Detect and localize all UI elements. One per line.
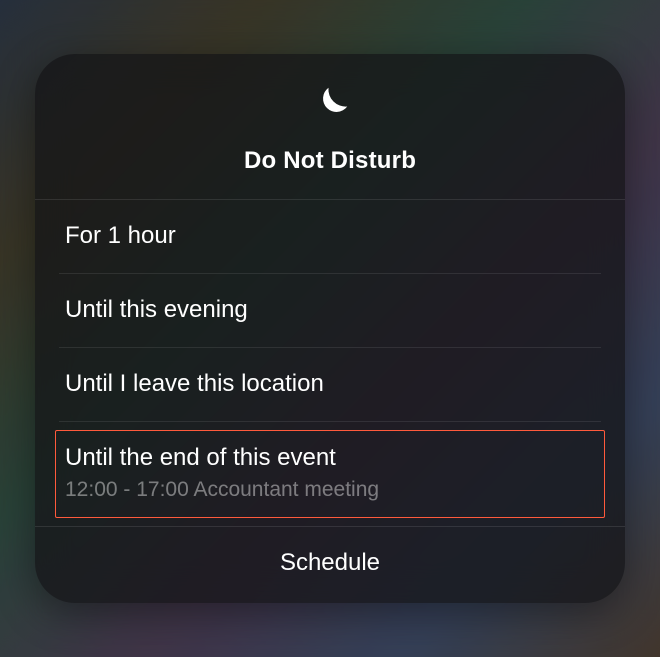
option-until-end-of-event[interactable]: Until the end of this event 12:00 - 17:0… <box>59 422 601 526</box>
dnd-context-menu: Do Not Disturb For 1 hour Until this eve… <box>35 54 625 602</box>
option-label: For 1 hour <box>65 222 595 251</box>
panel-title: Do Not Disturb <box>244 147 416 175</box>
panel-header: Do Not Disturb <box>35 54 625 200</box>
option-list: For 1 hour Until this evening Until I le… <box>35 200 625 525</box>
option-label: Until this evening <box>65 296 595 325</box>
schedule-label: Schedule <box>35 549 625 577</box>
option-label: Until the end of this event <box>65 444 595 473</box>
option-until-leave-location[interactable]: Until I leave this location <box>59 348 601 422</box>
option-until-this-evening[interactable]: Until this evening <box>59 274 601 348</box>
option-subtitle: 12:00 - 17:00 Accountant meeting <box>65 476 595 503</box>
schedule-button[interactable]: Schedule <box>35 526 625 603</box>
moon-icon <box>307 82 353 133</box>
option-for-1-hour[interactable]: For 1 hour <box>59 200 601 274</box>
option-label: Until I leave this location <box>65 370 595 399</box>
